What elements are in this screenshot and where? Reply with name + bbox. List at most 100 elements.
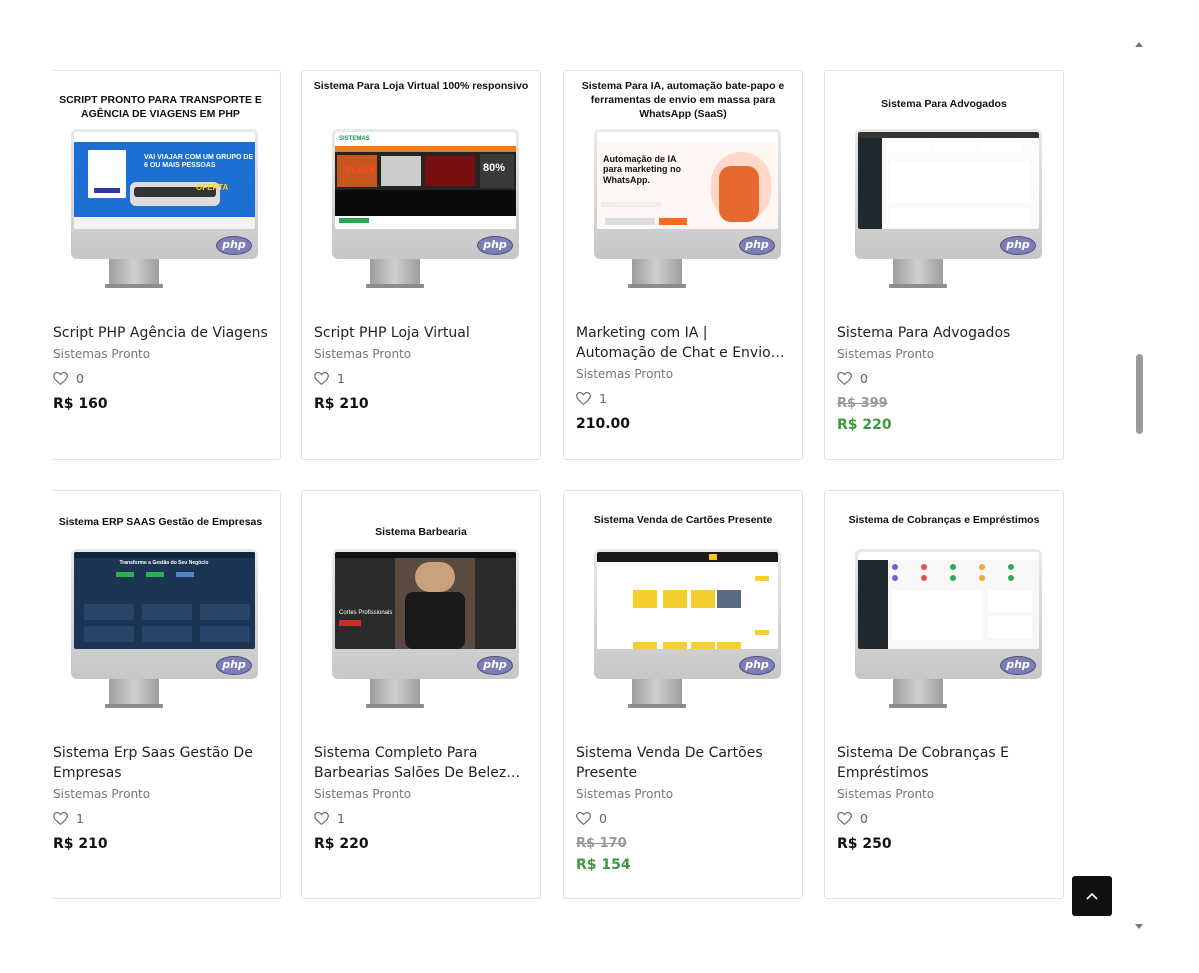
product-name-link[interactable]: Script PHP Loja Virtual	[314, 323, 528, 343]
vendor-link[interactable]: Sistemas Pronto	[837, 787, 1051, 801]
screen-text: 80%	[483, 162, 506, 174]
vendor-link[interactable]: Sistemas Pronto	[576, 787, 790, 801]
heart-outline-icon	[576, 812, 591, 825]
php-logo: php	[216, 236, 252, 255]
product-name-link[interactable]: Sistema Venda De Cartões Presente	[576, 743, 790, 783]
vendor-link[interactable]: Sistemas Pronto	[576, 367, 790, 381]
monitor-mockup: php	[855, 129, 1042, 259]
product-info: Sistema Completo Para Barbearias Salões …	[302, 743, 540, 852]
product-card[interactable]: Sistema Para Advogados php Sistema Para Ad…	[824, 70, 1064, 460]
product-info: Sistema Erp Saas Gestão De Empresas Siste…	[53, 743, 280, 852]
price: 210.00	[576, 416, 631, 432]
product-card[interactable]: SCRIPT PRONTO PARA TRANSPORTE E AGÊNCIA …	[53, 70, 281, 460]
price: R$ 220	[314, 836, 369, 852]
screen-preview: SISTEMAS BLACK 80%	[335, 132, 516, 229]
like-button[interactable]: 0	[837, 371, 1051, 386]
scroll-up-arrow-icon[interactable]	[1135, 42, 1143, 47]
screen-text: OFERTA	[196, 183, 229, 192]
vendor-link[interactable]: Sistemas Pronto	[314, 347, 528, 361]
monitor-mockup: Automação de IA para marketing no WhatsA…	[594, 129, 781, 259]
product-card[interactable]: Sistema Para IA, automação bate-papo e f…	[563, 70, 803, 460]
scroll-thumb[interactable]	[1136, 354, 1143, 434]
product-name-link[interactable]: Sistema Para Advogados	[837, 323, 1051, 343]
product-card[interactable]: Sistema Venda de Cartões Presente php Sist…	[563, 490, 803, 899]
back-to-top-button[interactable]	[1072, 876, 1112, 916]
screen-text: Transforme a Gestão do Seu Negócio	[119, 560, 209, 566]
screen-preview: VAI VIAJAR COM UM GRUPO DE 6 OU MAIS PES…	[74, 132, 255, 229]
monitor-base	[366, 284, 424, 288]
product-image[interactable]: Sistema Barbearia Cortes Profissionais php	[302, 491, 540, 731]
heart-outline-icon	[837, 812, 852, 825]
monitor-base	[889, 704, 947, 708]
monitor-base	[628, 284, 686, 288]
like-button[interactable]: 1	[53, 811, 268, 826]
product-image[interactable]: SCRIPT PRONTO PARA TRANSPORTE E AGÊNCIA …	[53, 71, 280, 311]
like-button[interactable]: 1	[314, 811, 528, 826]
heart-outline-icon	[53, 372, 68, 385]
product-card[interactable]: Sistema de Cobranças e Empréstimos php Sis…	[824, 490, 1064, 899]
screen-preview: Automação de IA para marketing no WhatsA…	[597, 132, 778, 229]
image-caption: Sistema Barbearia	[375, 526, 467, 538]
product-name-link[interactable]: Sistema Completo Para Barbearias Salões …	[314, 743, 528, 783]
product-image[interactable]: Sistema Para IA, automação bate-papo e f…	[564, 71, 802, 311]
like-count: 0	[76, 371, 84, 386]
monitor-stand	[632, 679, 682, 705]
vendor-link[interactable]: Sistemas Pronto	[837, 347, 1051, 361]
image-caption: Sistema Para Advogados	[881, 98, 1007, 110]
product-info: Sistema De Cobranças E Empréstimos Sistem…	[825, 743, 1063, 852]
product-info: Script PHP Loja Virtual Sistemas Pronto 1 R…	[302, 323, 540, 412]
heart-outline-icon	[53, 812, 68, 825]
image-caption: Sistema Venda de Cartões Presente	[593, 514, 773, 526]
like-button[interactable]: 1	[576, 391, 790, 406]
vendor-link[interactable]: Sistemas Pronto	[314, 787, 528, 801]
screen-preview: Transforme a Gestão do Seu Negócio	[74, 552, 255, 649]
old-price: R$ 170	[576, 836, 627, 851]
product-name-link[interactable]: Marketing com IA | Automação de Chat e E…	[576, 323, 790, 363]
screen-text: SISTEMAS	[339, 136, 370, 142]
php-logo: php	[1000, 656, 1036, 675]
php-logo: php	[216, 656, 252, 675]
product-image[interactable]: Sistema ERP SAAS Gestão de Empresas Trans…	[53, 491, 280, 731]
like-count: 1	[337, 371, 345, 386]
like-count: 1	[599, 391, 607, 406]
monitor-stand	[109, 259, 159, 285]
php-logo: php	[1000, 236, 1036, 255]
chevron-up-icon	[1086, 892, 1098, 900]
php-logo: php	[739, 236, 775, 255]
vendor-link[interactable]: Sistemas Pronto	[53, 347, 268, 361]
like-count: 1	[337, 811, 345, 826]
scroll-down-arrow-icon[interactable]	[1135, 924, 1143, 929]
old-price: R$ 399	[837, 396, 888, 411]
heart-outline-icon	[314, 812, 329, 825]
page-scrollbar[interactable]	[1132, 36, 1146, 936]
product-card[interactable]: Sistema ERP SAAS Gestão de Empresas Trans…	[53, 490, 281, 899]
monitor-mockup: php	[855, 549, 1042, 679]
sale-price: R$ 220	[837, 417, 892, 433]
vendor-link[interactable]: Sistemas Pronto	[53, 787, 268, 801]
product-image[interactable]: Sistema Para Advogados php	[825, 71, 1063, 311]
like-button[interactable]: 0	[53, 371, 268, 386]
price: R$ 160	[53, 396, 108, 412]
product-name-link[interactable]: Script PHP Agência de Viagens	[53, 323, 268, 343]
product-card[interactable]: Sistema Barbearia Cortes Profissionais php…	[301, 490, 541, 899]
screen-preview: Cortes Profissionais	[335, 552, 516, 649]
product-name-link[interactable]: Sistema Erp Saas Gestão De Empresas	[53, 743, 268, 783]
monitor-mockup: php	[594, 549, 781, 679]
monitor-mockup: Transforme a Gestão do Seu Negócio php	[71, 549, 258, 679]
price: R$ 210	[53, 836, 108, 852]
price: R$ 250	[837, 836, 892, 852]
product-image[interactable]: Sistema Para Loja Virtual 100% responsiv…	[302, 71, 540, 311]
image-caption: SCRIPT PRONTO PARA TRANSPORTE E AGÊNCIA …	[59, 94, 262, 120]
like-button[interactable]: 0	[576, 811, 790, 826]
product-card[interactable]: Sistema Para Loja Virtual 100% responsiv…	[301, 70, 541, 460]
product-image[interactable]: Sistema de Cobranças e Empréstimos php	[825, 491, 1063, 731]
like-button[interactable]: 1	[314, 371, 528, 386]
product-name-link[interactable]: Sistema De Cobranças E Empréstimos	[837, 743, 1051, 783]
like-button[interactable]: 0	[837, 811, 1051, 826]
product-image[interactable]: Sistema Venda de Cartões Presente php	[564, 491, 802, 731]
screen-text: BLACK	[345, 165, 377, 175]
monitor-base	[105, 704, 163, 708]
monitor-stand	[893, 679, 943, 705]
screen-text: Cortes Profissionais	[339, 610, 393, 616]
screen-text: VAI VIAJAR COM UM GRUPO DE 6 OU MAIS PES…	[144, 154, 254, 169]
